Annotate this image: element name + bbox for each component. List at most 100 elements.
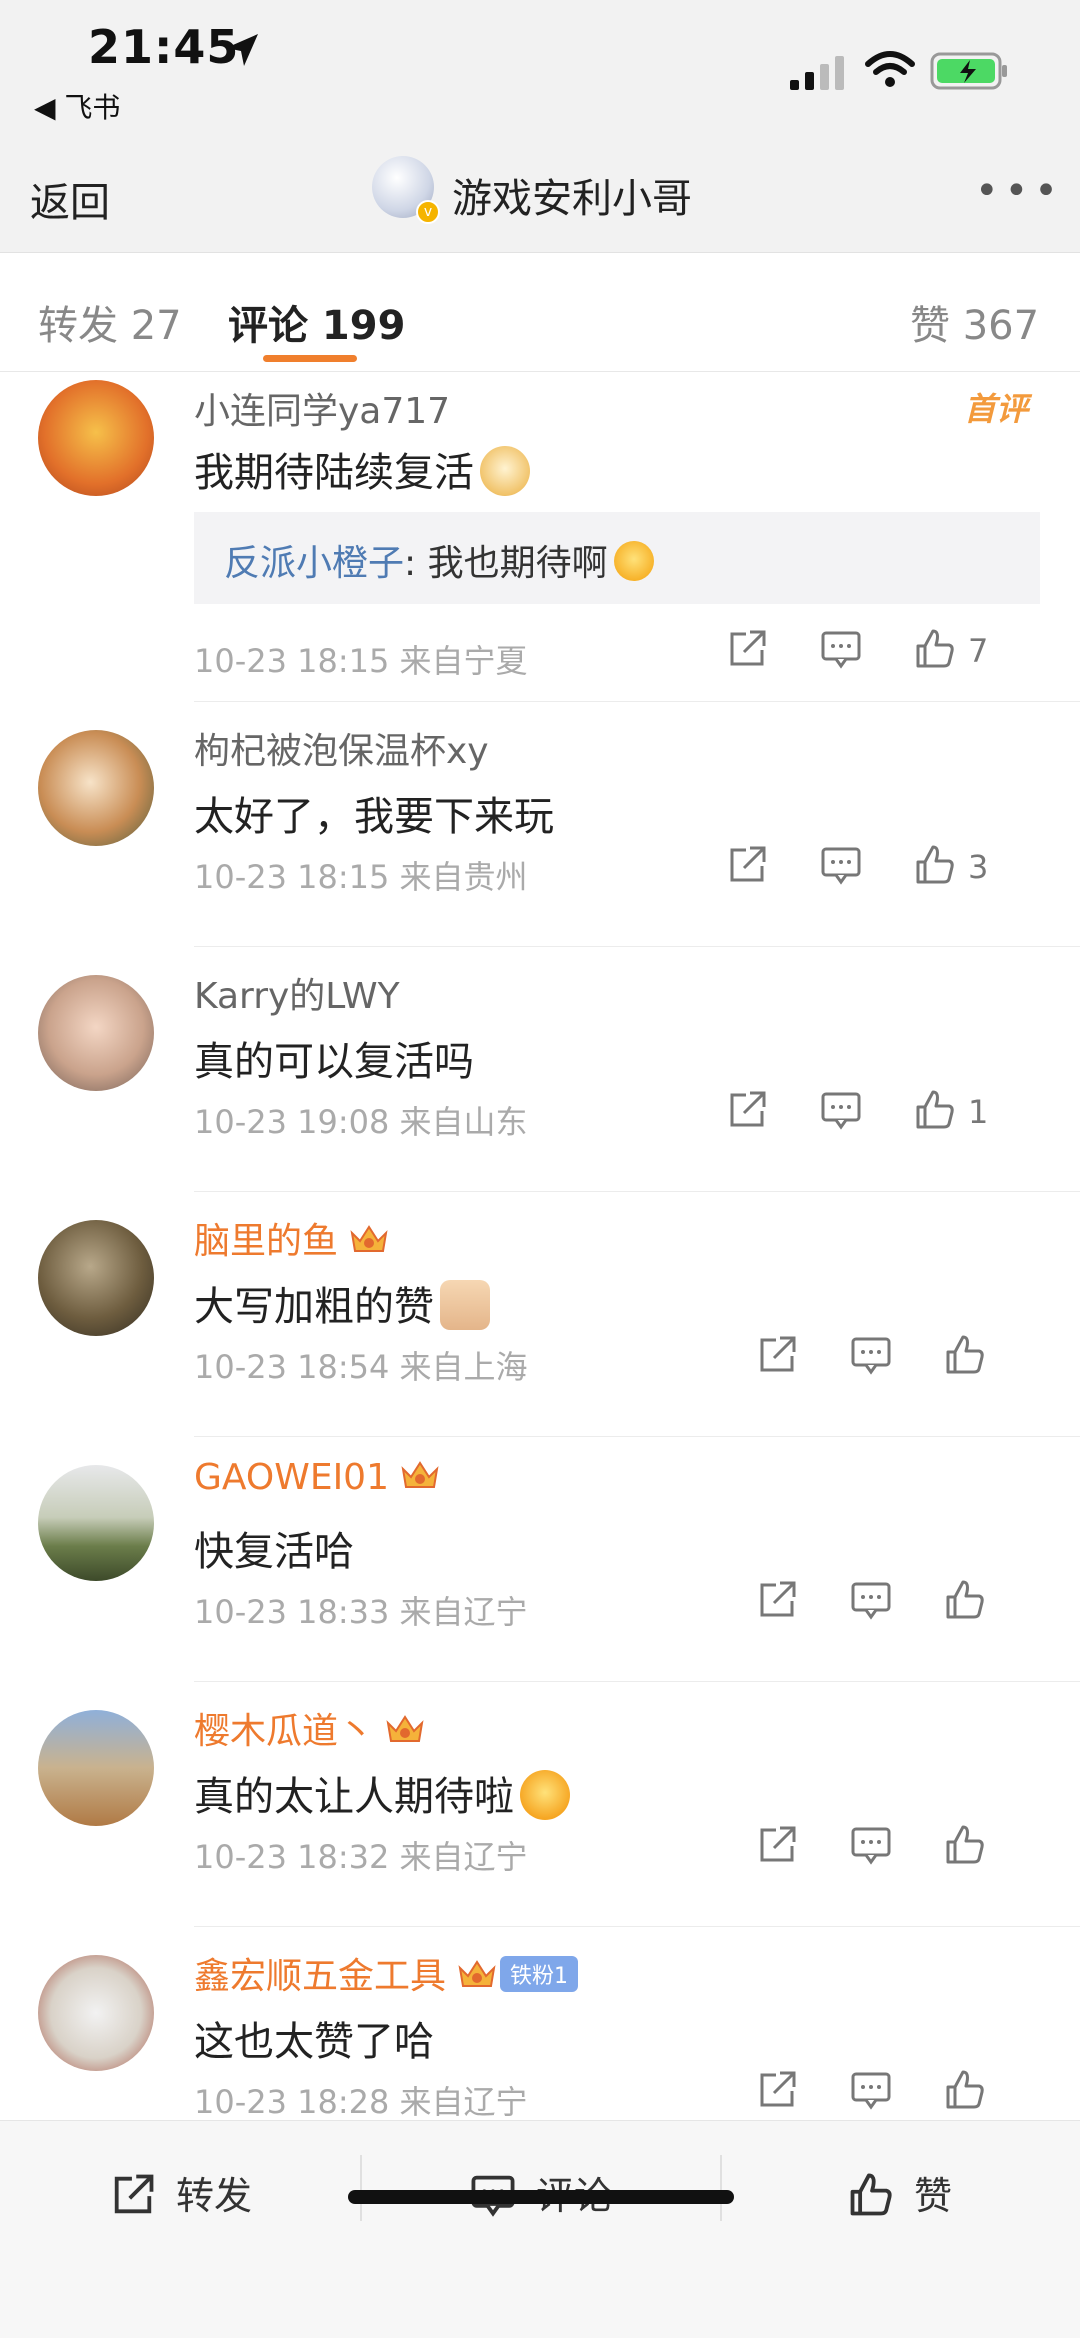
separator [360, 2155, 362, 2221]
comment-item: 小连同学ya717 首评 我期待陆续复活 反派小橙子: 我也期待啊 10-23 … [0, 372, 1080, 702]
doge-emoji-icon [480, 446, 530, 496]
comment-icon[interactable] [848, 1822, 894, 1872]
avatar[interactable] [38, 380, 154, 496]
comment-meta: 10-23 18:15 来自贵州 [194, 858, 528, 896]
nav-bar: 返回 v 游戏安利小哥 ••• [0, 140, 1080, 253]
avatar[interactable] [38, 1955, 154, 2071]
comment-icon[interactable] [818, 842, 864, 892]
comment-meta: 10-23 18:28 来自辽宁 [194, 2083, 528, 2120]
comment-author[interactable]: GAOWEI01 [194, 1457, 441, 1498]
reply-text: 反派小橙子: 我也期待啊 [224, 534, 654, 586]
comment-item: GAOWEI01 快复活哈 10-23 18:33 来自辽宁 [0, 1437, 1080, 1682]
like-label: 赞 [914, 2174, 953, 2218]
reply-author[interactable]: 反派小橙子 [224, 543, 404, 584]
comment-item: 鑫宏顺五金工具 铁粉1 这也太赞了哈 10-23 18:28 来自辽宁 [0, 1927, 1080, 2120]
comment-actions [724, 1577, 1044, 1627]
avatar[interactable] [38, 730, 154, 846]
battery-icon [930, 52, 1007, 90]
home-indicator[interactable] [348, 2190, 734, 2204]
vip-crown-icon [458, 1960, 496, 1987]
comment-text-content: 我期待陆续复活 [194, 450, 474, 496]
like-icon[interactable] [912, 1087, 958, 1137]
comment-text: 真的可以复活吗 [194, 1039, 474, 1085]
comment-icon[interactable] [818, 626, 864, 676]
like-icon[interactable] [942, 1332, 988, 1382]
comment-meta: 10-23 18:32 来自辽宁 [194, 1838, 528, 1876]
comment-icon[interactable] [848, 2067, 894, 2117]
active-tab-indicator [263, 355, 357, 362]
comment-icon[interactable] [848, 1332, 894, 1382]
comment-author-name: 脑里的鱼 [194, 1221, 339, 1262]
repost-icon[interactable] [754, 2067, 800, 2117]
comment-author-name: 樱木瓜道丶 [194, 1711, 375, 1752]
separator [720, 2155, 722, 2221]
like-count: 1 [968, 1093, 989, 1131]
thumbs-up-emoji-icon [440, 1280, 490, 1330]
comment-author[interactable]: 樱木瓜道丶 [194, 1702, 426, 1754]
vip-crown-icon [401, 1461, 439, 1488]
comment-text: 真的太让人期待啦 [194, 1764, 570, 1824]
repost-button[interactable]: 转发 [108, 2165, 252, 2225]
comment-author-name: 鑫宏顺五金工具 [194, 1956, 447, 1997]
repost-icon[interactable] [754, 1822, 800, 1872]
tab-comment[interactable]: 评论 199 [228, 293, 405, 351]
comment-item: 樱木瓜道丶 真的太让人期待啦 10-23 18:32 来自辽宁 [0, 1682, 1080, 1927]
comment-author-name: GAOWEI01 [194, 1457, 389, 1498]
reply-content: : 我也期待啊 [404, 543, 608, 584]
status-bar: 21:45 ◀ 飞书 [0, 0, 1080, 140]
comment-icon[interactable] [848, 1577, 894, 1627]
like-button[interactable]: 赞 [846, 2165, 952, 2225]
vip-crown-icon [386, 1715, 424, 1742]
bottom-action-bar: 转发 评论 赞 [0, 2120, 1080, 2338]
repost-icon[interactable] [724, 626, 770, 676]
comment-author[interactable]: 鑫宏顺五金工具 铁粉1 [194, 1947, 579, 1999]
like-icon[interactable] [912, 626, 958, 676]
comment-meta: 10-23 18:54 来自上海 [194, 1348, 528, 1386]
comment-author[interactable]: 小连同学ya717 [194, 382, 450, 434]
like-icon[interactable] [942, 1577, 988, 1627]
back-button[interactable]: 返回 [30, 170, 110, 228]
author-name[interactable]: 游戏安利小哥 [452, 166, 692, 224]
comment-text: 快复活哈 [194, 1529, 354, 1575]
crying-laughing-emoji-icon [520, 1770, 570, 1820]
avatar[interactable] [38, 1220, 154, 1336]
repost-label: 转发 [176, 2174, 253, 2218]
repost-icon[interactable] [724, 1087, 770, 1137]
comment-text: 太好了，我要下来玩 [194, 794, 554, 840]
comment-meta: 10-23 19:08 来自山东 [194, 1103, 528, 1141]
like-icon[interactable] [912, 842, 958, 892]
avatar[interactable] [38, 975, 154, 1091]
avatar[interactable] [38, 1710, 154, 1826]
comment-list[interactable]: 小连同学ya717 首评 我期待陆续复活 反派小橙子: 我也期待啊 10-23 … [0, 372, 1080, 2120]
avatar[interactable] [38, 1465, 154, 1581]
repost-icon[interactable] [754, 1577, 800, 1627]
tab-like[interactable]: 赞 367 [910, 293, 1039, 351]
comment-item: 脑里的鱼 大写加粗的赞 10-23 18:54 来自上海 [0, 1192, 1080, 1437]
comment-author[interactable]: 脑里的鱼 [194, 1212, 390, 1264]
comment-text: 大写加粗的赞 [194, 1274, 490, 1334]
like-icon[interactable] [942, 1822, 988, 1872]
comment-meta: 10-23 18:33 来自辽宁 [194, 1593, 528, 1631]
reply-preview[interactable]: 反派小橙子: 我也期待啊 [194, 512, 1040, 604]
like-icon[interactable] [942, 2067, 988, 2117]
comment-author[interactable]: 枸杞被泡保温杯xy [194, 722, 489, 774]
repost-icon[interactable] [724, 842, 770, 892]
comment-actions: 3 [724, 842, 1044, 892]
more-button[interactable]: ••• [975, 168, 1064, 214]
comment-icon[interactable] [818, 1087, 864, 1137]
comment-text: 我期待陆续复活 [194, 440, 530, 500]
like-icon [850, 2173, 892, 2215]
comment-actions [724, 1332, 1044, 1382]
comment-meta: 10-23 18:15 来自宁夏 [194, 642, 528, 680]
comment-item: 枸杞被泡保温杯xy 太好了，我要下来玩 10-23 18:15 来自贵州 3 [0, 702, 1080, 947]
comment-actions: 1 [724, 1087, 1044, 1137]
like-count: 7 [968, 632, 989, 670]
back-to-app-link[interactable]: ◀ 飞书 [34, 86, 120, 126]
comment-item: Karry的LWY 真的可以复活吗 10-23 19:08 来自山东 1 [0, 947, 1080, 1192]
comment-author[interactable]: Karry的LWY [194, 967, 400, 1019]
tab-repost[interactable]: 转发 27 [38, 293, 182, 351]
repost-icon[interactable] [754, 1332, 800, 1382]
comment-actions [724, 1822, 1044, 1872]
comment-actions [724, 2067, 1044, 2117]
cellular-signal-icon [790, 56, 844, 90]
